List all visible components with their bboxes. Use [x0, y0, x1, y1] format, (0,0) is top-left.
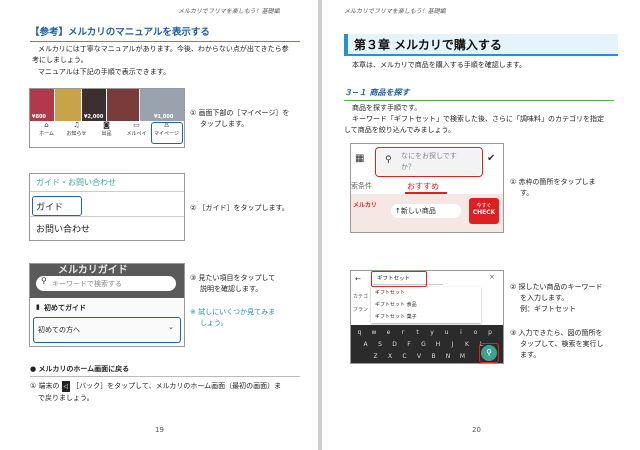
camera-icon: ◙ — [103, 121, 110, 129]
product-thumb[interactable] — [55, 89, 81, 121]
section-body-2: キーワード「ギフトセット」で検索した後、さらに「調味料」のカテゴリを指定 — [352, 115, 604, 123]
back-key-icon: ◁ — [61, 381, 71, 392]
intro-line-3: マニュアルは下記の手順で表示できます。 — [38, 68, 171, 76]
intro-line-2: 考にしましょう。 — [32, 56, 88, 64]
keyboard-key[interactable]: C — [398, 350, 411, 363]
chevron-down-icon: ⌄ — [168, 323, 174, 331]
highlight-guide — [32, 196, 82, 216]
section-body-1: 商品を探す手順です。 — [352, 104, 422, 112]
back-arrow-icon[interactable]: ← — [355, 275, 361, 283]
tab-sell[interactable]: ◙ 出品 — [90, 121, 123, 139]
chapter-heading: 第３章 メルカリで購入する — [344, 34, 618, 56]
menu-item-contact[interactable]: お問い合わせ — [36, 222, 90, 235]
product-thumb[interactable] — [107, 89, 139, 121]
step-1-line-1: ① 赤枠の箇所をタップしま — [510, 178, 596, 186]
suggestion-list: ギフトセット ギフトセット 食品 ギフトセット 菓子 — [371, 287, 481, 323]
product-thumb[interactable]: ¥1,000 — [140, 89, 184, 121]
keyboard-key[interactable]: B — [427, 350, 440, 363]
search-icon: ⚲ — [41, 276, 47, 285]
page-number: 20 — [472, 426, 481, 434]
close-icon[interactable]: × — [489, 273, 495, 281]
page-number: 19 — [155, 426, 164, 434]
promo-banner[interactable]: メルカリ ↑新しい商品 今すぐ CHECK — [351, 194, 503, 232]
screenshot-mypage: ¥800 ¥2,000 ¥1,000 ⌂ ホーム ♫ お知らせ ◙ 出品 ▭ メルペイ … — [29, 88, 185, 148]
tab-notifications[interactable]: ♫ お知らせ — [60, 121, 93, 139]
qr-code-icon[interactable]: ▦ — [355, 153, 364, 164]
highlight-keyword — [371, 271, 427, 287]
list-item[interactable]: ギフトセット — [375, 289, 405, 296]
screenshot-guide-menu: ガイド・お問い合わせ ガイド お問い合わせ — [29, 173, 185, 241]
note-line-2: しょう。 — [200, 319, 228, 327]
keyboard-key[interactable]: V — [413, 350, 426, 363]
step-2: ② ［ガイド］をタップします。 — [190, 204, 289, 212]
step-3-line-1: ③ 入力できたら、図の箇所を — [510, 329, 603, 337]
bell-icon: ♫ — [73, 121, 80, 129]
check-icon[interactable]: ✔ — [487, 153, 495, 164]
tab-recommended[interactable]: おすすめ — [407, 181, 439, 192]
tab-merpay[interactable]: ▭ メルペイ — [120, 121, 153, 139]
step-1-line-1: ① 画面下部の［マイページ］を — [190, 109, 290, 117]
home-body-line-1: ① 端末の ◁ ［バック］をタップして、メルカリのホーム画面（最初の画面）ま — [30, 381, 282, 392]
step-3-line-2: 説明を確認します。 — [200, 285, 263, 293]
section-heading: ３−１ 商品を探す — [344, 87, 614, 101]
section-body-3: して商品を絞り込んでみましょう。 — [344, 126, 456, 134]
step-1-line-2: す。 — [520, 189, 534, 197]
keyboard-key[interactable]: X — [384, 350, 397, 363]
menu-header: ガイド・お問い合わせ — [36, 178, 116, 187]
note-line-1: ※ 試しにいくつか見てみま — [190, 308, 276, 316]
chapter-intro: 本章は、メルカリで商品を購入する手順を確認します。 — [352, 61, 527, 69]
step-3-line-3: ます。 — [520, 351, 541, 359]
product-thumb[interactable]: ¥2,000 — [82, 89, 106, 121]
intro-line-1: メルカリには丁寧なマニュアルがあります。今後、わからない点が出てきたら参 — [38, 45, 289, 53]
new-items-pill[interactable]: ↑新しい商品 — [391, 204, 461, 218]
screenshot-search-bar: ▦ ⚲ なにをお探しです か？ ✔ 索条件 おすすめ メルカリ ↑新しい商品 今… — [350, 143, 504, 233]
wallet-icon: ▭ — [133, 121, 140, 129]
highlight-search-box — [375, 147, 483, 177]
list-item[interactable]: ギフトセット 食品 — [375, 301, 417, 308]
step-3-line-2: タップして、検索を実行し — [520, 340, 604, 348]
step-2-line-3: 例：ギフトセット — [520, 305, 576, 313]
list-item[interactable]: ギフトセット 菓子 — [375, 313, 417, 320]
keyboard-key[interactable]: N — [442, 350, 455, 363]
guide-banner: メルカリガイド — [58, 265, 128, 276]
home-heading: ● メルカリのホーム画面に戻る — [30, 364, 300, 377]
step-1-line-2: タップします。 — [200, 120, 249, 128]
tab-search-conditions[interactable]: 索条件 — [351, 181, 372, 191]
keyboard-key[interactable]: M — [456, 350, 469, 363]
running-header: メルカリでフリマを楽しもう！基礎編 — [344, 8, 446, 15]
book-icon: ▮ — [36, 303, 40, 311]
home-icon: ⌂ — [44, 121, 49, 129]
step-3-line-1: ③ 見たい項目をタップして — [190, 274, 276, 282]
step-2-line-1: ② 探したい商品のキーワード — [510, 283, 603, 291]
guide-section-title: 初めてガイド — [44, 304, 86, 312]
screenshot-guide-page: メルカリガイド ⚲ キーワードで検索する ▮ 初めてガイド 初めての方へ ⌄ — [29, 263, 185, 347]
tab-home[interactable]: ⌂ ホーム — [30, 121, 63, 139]
product-thumb[interactable]: ¥800 — [30, 89, 54, 121]
keyboard-key[interactable]: Z — [369, 350, 382, 363]
guide-search-input[interactable]: ⚲ キーワードで検索する — [36, 276, 176, 291]
home-body-line-2: で戻りましょう。 — [38, 394, 94, 402]
highlight-submit — [479, 343, 499, 363]
check-now-badge[interactable]: 今すぐ CHECK — [469, 198, 499, 224]
highlight-mypage — [151, 122, 183, 144]
ref-heading: 【参考】メルカリのマニュアルを表示する — [30, 24, 300, 42]
running-header: メルカリでフリマを楽しもう！基礎編 — [178, 8, 280, 15]
screenshot-keyword-input: ← ギフトセット × カテゴ ブラン ギフトセット ギフトセット 食品 ギフトセ… — [350, 270, 504, 364]
step-2-line-2: を入力します。 — [520, 294, 569, 302]
dropdown-first-time[interactable]: 初めての方へ — [38, 325, 80, 335]
page-left: メルカリでフリマを楽しもう！基礎編 【参考】メルカリのマニュアルを表示する メル… — [0, 0, 318, 450]
page-right: メルカリでフリマを楽しもう！基礎編 第３章 メルカリで購入する 本章は、メルカリ… — [322, 0, 640, 450]
